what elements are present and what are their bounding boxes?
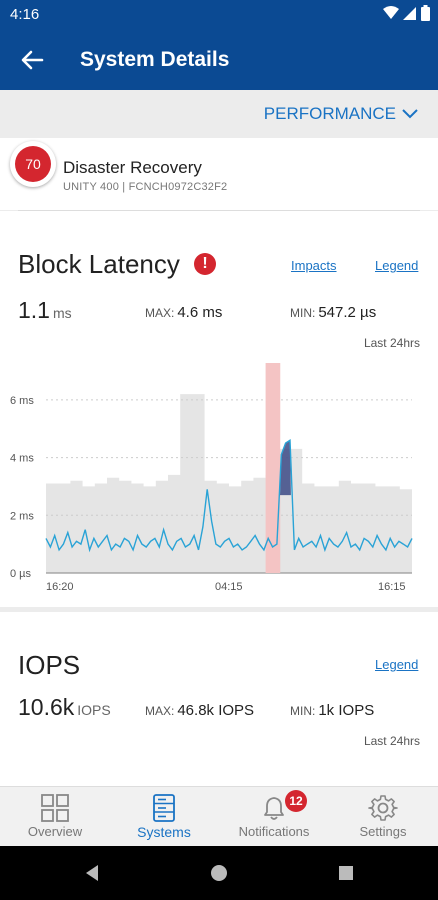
iops-min: MIN: 1k IOPS <box>290 702 374 719</box>
iops-current-value: 10.6k <box>18 694 75 720</box>
system-navigation-bar <box>0 846 438 900</box>
back-triangle-icon[interactable] <box>82 863 102 883</box>
x-tick-label: 16:15 <box>378 581 406 593</box>
system-header: 70 Disaster Recovery UNITY 400 | FCNCH09… <box>0 138 438 210</box>
performance-dropdown[interactable]: PERFORMANCE <box>264 104 418 124</box>
latency-chart[interactable]: 0 µs 2 ms 4 ms 6 ms 16:20 04:15 16:15 <box>0 361 438 601</box>
system-model-serial: UNITY 400 | FCNCH0972C32F2 <box>63 181 228 193</box>
iops-title: IOPS <box>18 650 81 680</box>
status-icons <box>383 5 430 21</box>
health-score-badge: 70 <box>10 141 56 187</box>
iops-current: 10.6k IOPS <box>18 694 111 721</box>
systems-server-icon <box>153 794 175 822</box>
app-bar: System Details <box>0 30 438 90</box>
latency-min-value: 547.2 µs <box>318 304 377 321</box>
nav-overview[interactable]: Overview <box>5 787 105 847</box>
block-latency-title: Block Latency <box>18 249 180 279</box>
signal-icon <box>403 7 416 20</box>
latency-legend-link[interactable]: Legend <box>375 258 418 273</box>
page-title: System Details <box>80 48 230 71</box>
home-circle-icon[interactable] <box>209 863 229 883</box>
iops-max: MAX: 46.8k IOPS <box>145 702 254 719</box>
nav-systems[interactable]: Systems <box>114 787 214 847</box>
overview-grid-icon <box>41 794 69 822</box>
battery-icon <box>421 5 430 21</box>
latency-range-label: Last 24hrs <box>363 336 420 350</box>
highlight-window <box>265 363 281 573</box>
recents-square-icon[interactable] <box>336 863 356 883</box>
y-tick-label: 0 µs <box>10 568 32 580</box>
gear-icon <box>368 795 398 821</box>
notifications-count-badge: 12 <box>285 790 307 812</box>
y-tick-label: 6 ms <box>10 395 34 407</box>
x-tick-label: 04:15 <box>215 581 243 593</box>
status-bar: 4:16 <box>0 0 438 30</box>
nav-overview-label: Overview <box>27 824 83 839</box>
performance-dropdown-label: PERFORMANCE <box>263 104 396 123</box>
iops-current-unit: IOPS <box>77 702 111 718</box>
system-name: Disaster Recovery <box>63 158 202 177</box>
block-latency-card: Block Latency ! Impacts Legend 1.1 ms MAX… <box>0 211 438 607</box>
nav-settings-label: Settings <box>359 824 407 839</box>
y-tick-label: 4 ms <box>10 453 34 465</box>
arrow-left-icon[interactable] <box>18 46 46 74</box>
latency-current: 1.1 ms <box>18 297 72 324</box>
nav-notifications-label: Notifications <box>238 824 310 839</box>
wifi-icon <box>383 6 399 19</box>
bottom-nav: Overview Systems Notifications 12 Settin… <box>0 786 438 846</box>
latency-current-unit: ms <box>52 305 72 321</box>
health-score-value: 70 <box>15 146 51 182</box>
iops-legend-link[interactable]: Legend <box>375 657 418 672</box>
impact-area <box>280 440 291 496</box>
latency-min: MIN: 547.2 µs <box>290 304 376 321</box>
latency-current-value: 1.1 <box>18 297 50 323</box>
iops-range-label: Last 24hrs <box>363 734 420 748</box>
iops-min-value: 1k IOPS <box>318 702 375 719</box>
iops-max-value: 46.8k IOPS <box>177 702 255 719</box>
chevron-down-icon <box>402 109 418 119</box>
y-tick-label: 2 ms <box>10 510 34 522</box>
nav-notifications[interactable]: Notifications <box>224 787 324 847</box>
view-selector-bar: PERFORMANCE <box>0 90 438 138</box>
latency-min-label: MIN: <box>290 306 316 320</box>
latency-max-label: MAX: <box>145 306 175 320</box>
nav-settings[interactable]: Settings <box>333 787 433 847</box>
latency-max-value: 4.6 ms <box>177 304 223 321</box>
iops-min-label: MIN: <box>290 704 316 718</box>
impacts-link[interactable]: Impacts <box>291 258 337 273</box>
iops-max-label: MAX: <box>145 704 175 718</box>
nav-systems-label: Systems <box>137 824 191 840</box>
iops-card: IOPS Legend 10.6k IOPS MAX: 46.8k IOPS MIN… <box>0 612 438 786</box>
status-time: 4:16 <box>10 6 40 23</box>
latency-max: MAX: 4.6 ms <box>145 304 222 321</box>
x-tick-label: 16:20 <box>46 581 74 593</box>
alert-icon[interactable]: ! <box>194 253 216 275</box>
